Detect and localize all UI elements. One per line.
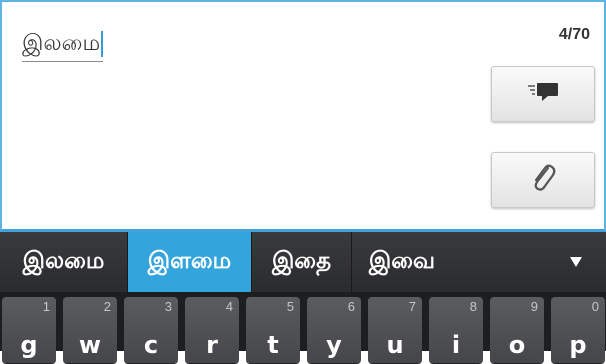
send-message-icon <box>526 81 560 107</box>
compose-area: இலமை 4/70 <box>0 0 606 232</box>
key-number: 5 <box>286 299 294 314</box>
key-0[interactable]: 0 p <box>551 297 605 363</box>
suggestion-bar: இலமை இளமை இதை இவை <box>0 232 606 292</box>
key-glyph: y <box>326 331 342 359</box>
key-number: 1 <box>42 299 50 314</box>
key-number: 0 <box>591 299 599 314</box>
attach-button[interactable] <box>491 152 595 208</box>
triangle-down-icon <box>569 253 583 272</box>
suggestion-3[interactable]: இதை <box>252 232 352 292</box>
key-7[interactable]: 7 u <box>368 297 422 363</box>
key-number: 9 <box>530 299 538 314</box>
key-8[interactable]: 8 i <box>429 297 483 363</box>
key-3[interactable]: 3 c <box>124 297 178 363</box>
key-number: 8 <box>469 299 477 314</box>
character-counter: 4/70 <box>558 26 590 43</box>
suggestion-1[interactable]: இலமை <box>0 232 128 292</box>
expand-suggestions-button[interactable] <box>546 232 606 292</box>
key-glyph: p <box>569 331 587 359</box>
text-cursor <box>101 31 104 57</box>
key-number: 7 <box>408 299 416 314</box>
paperclip-icon <box>528 162 558 198</box>
message-text: இலமை <box>22 31 101 56</box>
key-glyph: u <box>386 331 404 359</box>
send-button[interactable] <box>491 66 595 122</box>
key-number: 4 <box>225 299 233 314</box>
key-4[interactable]: 4 r <box>185 297 239 363</box>
key-2[interactable]: 2 w <box>63 297 117 363</box>
key-glyph: c <box>143 331 159 359</box>
key-5[interactable]: 5 t <box>246 297 300 363</box>
message-input[interactable]: இலமை <box>22 29 104 62</box>
suggestion-4[interactable]: இவை <box>352 232 452 292</box>
key-glyph: r <box>206 331 218 359</box>
keyboard: இலமை இளமை இதை இவை 1 g 2 w 3 c 4 r 5 t 6 … <box>0 232 606 363</box>
key-glyph: i <box>451 331 461 359</box>
key-glyph: w <box>78 331 102 359</box>
keyboard-key-row: 1 g 2 w 3 c 4 r 5 t 6 y 7 u 8 i 9 o 0 p <box>0 294 606 364</box>
key-number: 2 <box>103 299 111 314</box>
key-1[interactable]: 1 g <box>2 297 56 363</box>
key-number: 6 <box>347 299 355 314</box>
suggestion-2-selected[interactable]: இளமை <box>128 232 252 292</box>
key-glyph: o <box>508 331 526 359</box>
key-glyph: g <box>20 331 38 359</box>
key-number: 3 <box>164 299 172 314</box>
key-6[interactable]: 6 y <box>307 297 361 363</box>
key-9[interactable]: 9 o <box>490 297 544 363</box>
key-glyph: t <box>267 331 279 359</box>
